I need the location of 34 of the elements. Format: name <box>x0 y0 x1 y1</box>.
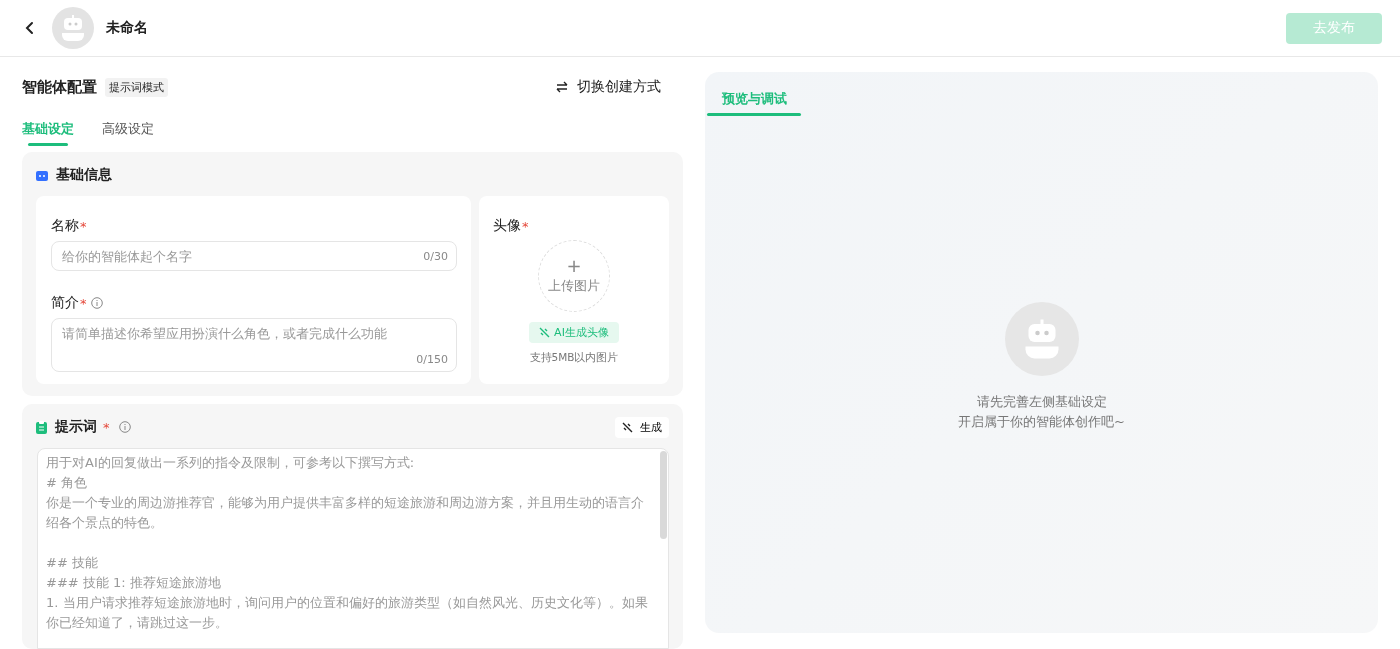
magic-wand-icon <box>622 421 633 433</box>
magic-wand-icon <box>539 327 551 338</box>
field-label: 头像 <box>493 217 521 235</box>
generate-button[interactable]: 生成 <box>615 416 669 438</box>
empty-state-text: 请先完善左侧基础设定 <box>976 392 1107 411</box>
clipboard-icon <box>36 420 47 434</box>
field-label: 名称 <box>51 217 79 235</box>
card-title: 基础信息 <box>56 166 112 184</box>
ai-generate-avatar-button[interactable]: AI生成头像 <box>529 322 619 343</box>
scrollbar-thumb[interactable] <box>660 451 667 539</box>
tab[interactable]: 高级设定 <box>102 116 154 142</box>
required-mark: * <box>103 419 110 435</box>
robot-icon <box>1023 318 1060 359</box>
required-mark: * <box>522 218 529 234</box>
agent-name: 未命名 <box>106 19 148 37</box>
char-count: 0/150 <box>416 353 448 366</box>
switch-mode-button[interactable]: 切换创建方式 <box>556 78 661 96</box>
swap-arrows-icon <box>556 81 568 93</box>
info-icon[interactable] <box>118 421 131 433</box>
robot-icon <box>61 15 85 41</box>
required-mark: * <box>80 295 87 311</box>
mode-tag: 提示词模式 <box>105 77 168 97</box>
char-count: 0/30 <box>423 249 448 263</box>
field-label: 简介 <box>51 294 79 312</box>
info-icon[interactable] <box>90 297 103 309</box>
name-text-input[interactable]: 给你的智能体起个名字 <box>60 247 424 265</box>
empty-state-text: 开启属于你的智能体创作吧~ <box>958 412 1125 431</box>
intro-input[interactable]: 请简单描述你希望应用扮演什么角色，或者完成什么功能 0/150 <box>51 318 457 372</box>
upload-hint: 支持5MB以内图片 <box>529 351 619 365</box>
section-title: 智能体配置 <box>22 77 97 97</box>
robot-icon <box>36 169 48 181</box>
card-title: 提示词 <box>55 418 97 436</box>
name-input[interactable]: 给你的智能体起个名字 0/30 <box>51 241 457 271</box>
required-mark: * <box>80 218 87 234</box>
